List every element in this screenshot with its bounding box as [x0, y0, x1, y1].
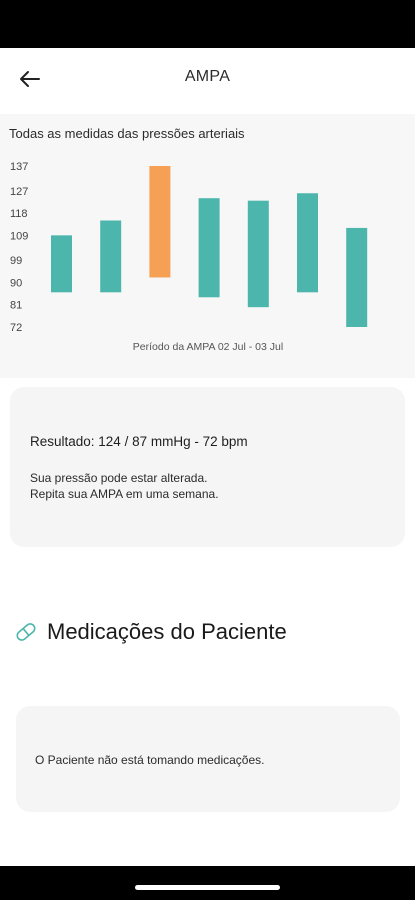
blood-pressure-chart: Todas as medidas das pressões arteriais …: [0, 114, 415, 378]
medications-header: Medicações do Paciente: [13, 614, 287, 650]
x-axis-label: Período da AMPA 02 Jul - 03 Jul: [133, 341, 283, 353]
y-tick-label: 118: [10, 208, 28, 220]
result-card: Resultado: 124 / 87 mmHg - 72 bpm Sua pr…: [10, 387, 405, 547]
y-tick-label: 99: [10, 255, 22, 267]
y-tick-label: 127: [10, 186, 28, 198]
bp-range-bar: [51, 235, 72, 293]
page-title: AMPA: [184, 68, 231, 85]
bp-range-bar: [198, 198, 220, 298]
app-header: AMPA: [0, 48, 415, 110]
medications-empty-message: O Paciente não está tomando medicações.: [35, 753, 265, 767]
result-summary: Resultado: 124 / 87 mmHg - 72 bpm: [30, 434, 248, 449]
y-tick-label: 81: [10, 300, 22, 312]
system-nav-bar: [0, 866, 415, 900]
y-tick-label: 137: [10, 161, 28, 173]
result-message-line-2: Repita sua AMPA em uma semana.: [30, 487, 219, 501]
medications-card: O Paciente não está tomando medicações.: [16, 706, 400, 812]
y-tick-label: 90: [10, 277, 22, 289]
y-tick-label: 72: [10, 322, 22, 334]
medications-title: Medicações do Paciente: [47, 619, 287, 644]
result-message-line-1: Sua pressão pode estar alterada.: [30, 471, 208, 485]
bp-range-bar: [149, 166, 171, 278]
bp-range-bar: [297, 193, 318, 293]
status-bar: [0, 0, 415, 48]
bp-range-bar: [346, 227, 368, 327]
home-indicator[interactable]: [135, 885, 280, 890]
bp-range-bar: [247, 200, 269, 308]
result-message: Sua pressão pode estar alterada. Repita …: [30, 470, 219, 502]
chart-canvas: 137 127 118 109 99 90 81 72 Período da AMPA 02 J…: [10, 161, 368, 353]
pill-icon: [13, 619, 39, 645]
y-tick-label: 109: [10, 230, 28, 242]
bp-range-bar: [100, 220, 122, 293]
